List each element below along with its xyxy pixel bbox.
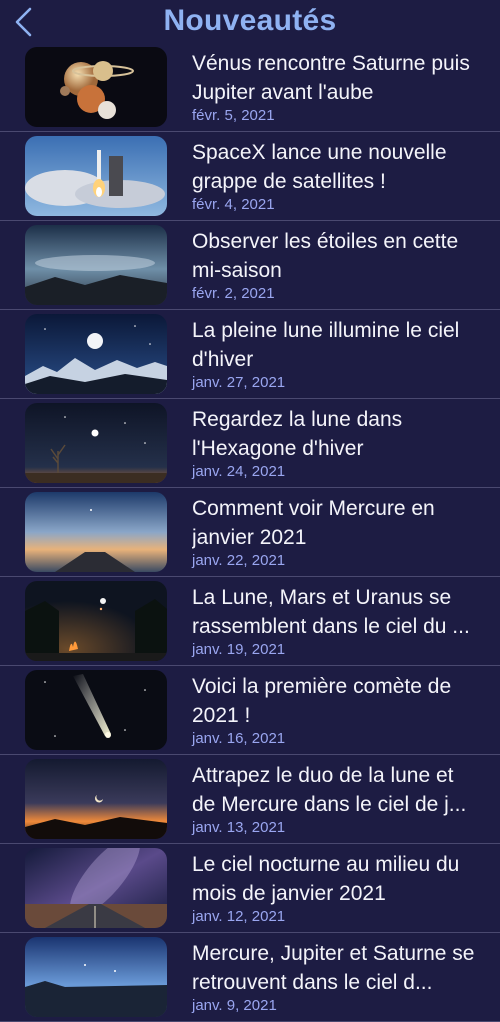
twilight-lake-image	[25, 937, 167, 1017]
article-date: févr. 4, 2021	[192, 196, 275, 213]
article-title: Regardez la lune dans l'Hexagone d'hiver	[192, 408, 403, 460]
list-item[interactable]: La Lune, Mars et Uranus se rassemblent d…	[0, 577, 500, 666]
full-moon-mountains-image	[25, 314, 167, 394]
list-item[interactable]: Observer les étoiles en cette mi-saison …	[0, 221, 500, 310]
list-item[interactable]: Comment voir Mercure en janvier 2021 jan…	[0, 488, 500, 577]
page-title: Nouveautés	[163, 4, 337, 37]
article-title: Voici la première comète de 2021 !	[192, 675, 452, 727]
sunset-crescent-image	[25, 759, 167, 839]
article-date: janv. 22, 2021	[192, 552, 286, 569]
list-item[interactable]: Mercure, Jupiter et Saturne se retrouven…	[0, 933, 500, 1022]
article-title: La pleine lune illumine le ciel d'hiver	[192, 319, 460, 371]
article-title: Vénus rencontre Saturne puis Jupiter ava…	[192, 52, 470, 104]
article-title: La Lune, Mars et Uranus se rassemblent d…	[192, 586, 470, 638]
article-title: Comment voir Mercure en janvier 2021	[192, 497, 435, 549]
article-title: SpaceX lance une nouvelle grappe de sate…	[192, 141, 447, 193]
header-bar: Nouveautés	[0, 0, 500, 46]
list-item[interactable]: Attrapez le duo de la lune et de Mercure…	[0, 755, 500, 844]
planets-image	[25, 47, 167, 127]
list-item[interactable]: La pleine lune illumine le ciel d'hiver …	[0, 310, 500, 399]
article-date: janv. 27, 2021	[192, 374, 286, 391]
milky-way-road-image	[25, 848, 167, 928]
list-item[interactable]: Voici la première comète de 2021 ! janv.…	[0, 666, 500, 755]
news-list: Vénus rencontre Saturne puis Jupiter ava…	[0, 43, 500, 1022]
list-item[interactable]: Regardez la lune dans l'Hexagone d'hiver…	[0, 399, 500, 488]
article-date: janv. 19, 2021	[192, 641, 286, 658]
list-item[interactable]: SpaceX lance une nouvelle grappe de sate…	[0, 132, 500, 221]
article-date: févr. 2, 2021	[192, 285, 275, 302]
article-date: janv. 12, 2021	[192, 908, 286, 925]
moon-tree-image	[25, 403, 167, 483]
article-title: Observer les étoiles en cette mi-saison	[192, 230, 459, 282]
cloudy-sky-image	[25, 225, 167, 305]
list-item[interactable]: Vénus rencontre Saturne puis Jupiter ava…	[0, 43, 500, 132]
article-title: Attrapez le duo de la lune et de Mercure…	[192, 764, 467, 816]
article-date: janv. 16, 2021	[192, 730, 286, 747]
article-date: janv. 24, 2021	[192, 463, 286, 480]
list-item[interactable]: Le ciel nocturne au milieu du mois de ja…	[0, 844, 500, 933]
comet-image	[25, 670, 167, 750]
rocket-launch-image	[25, 136, 167, 216]
campfire-night-image	[25, 581, 167, 661]
article-date: févr. 5, 2021	[192, 107, 275, 124]
article-title: Le ciel nocturne au milieu du mois de ja…	[192, 853, 460, 905]
article-date: janv. 13, 2021	[192, 819, 286, 836]
mercury-pier-image	[25, 492, 167, 572]
article-title: Mercure, Jupiter et Saturne se retrouven…	[192, 942, 475, 994]
